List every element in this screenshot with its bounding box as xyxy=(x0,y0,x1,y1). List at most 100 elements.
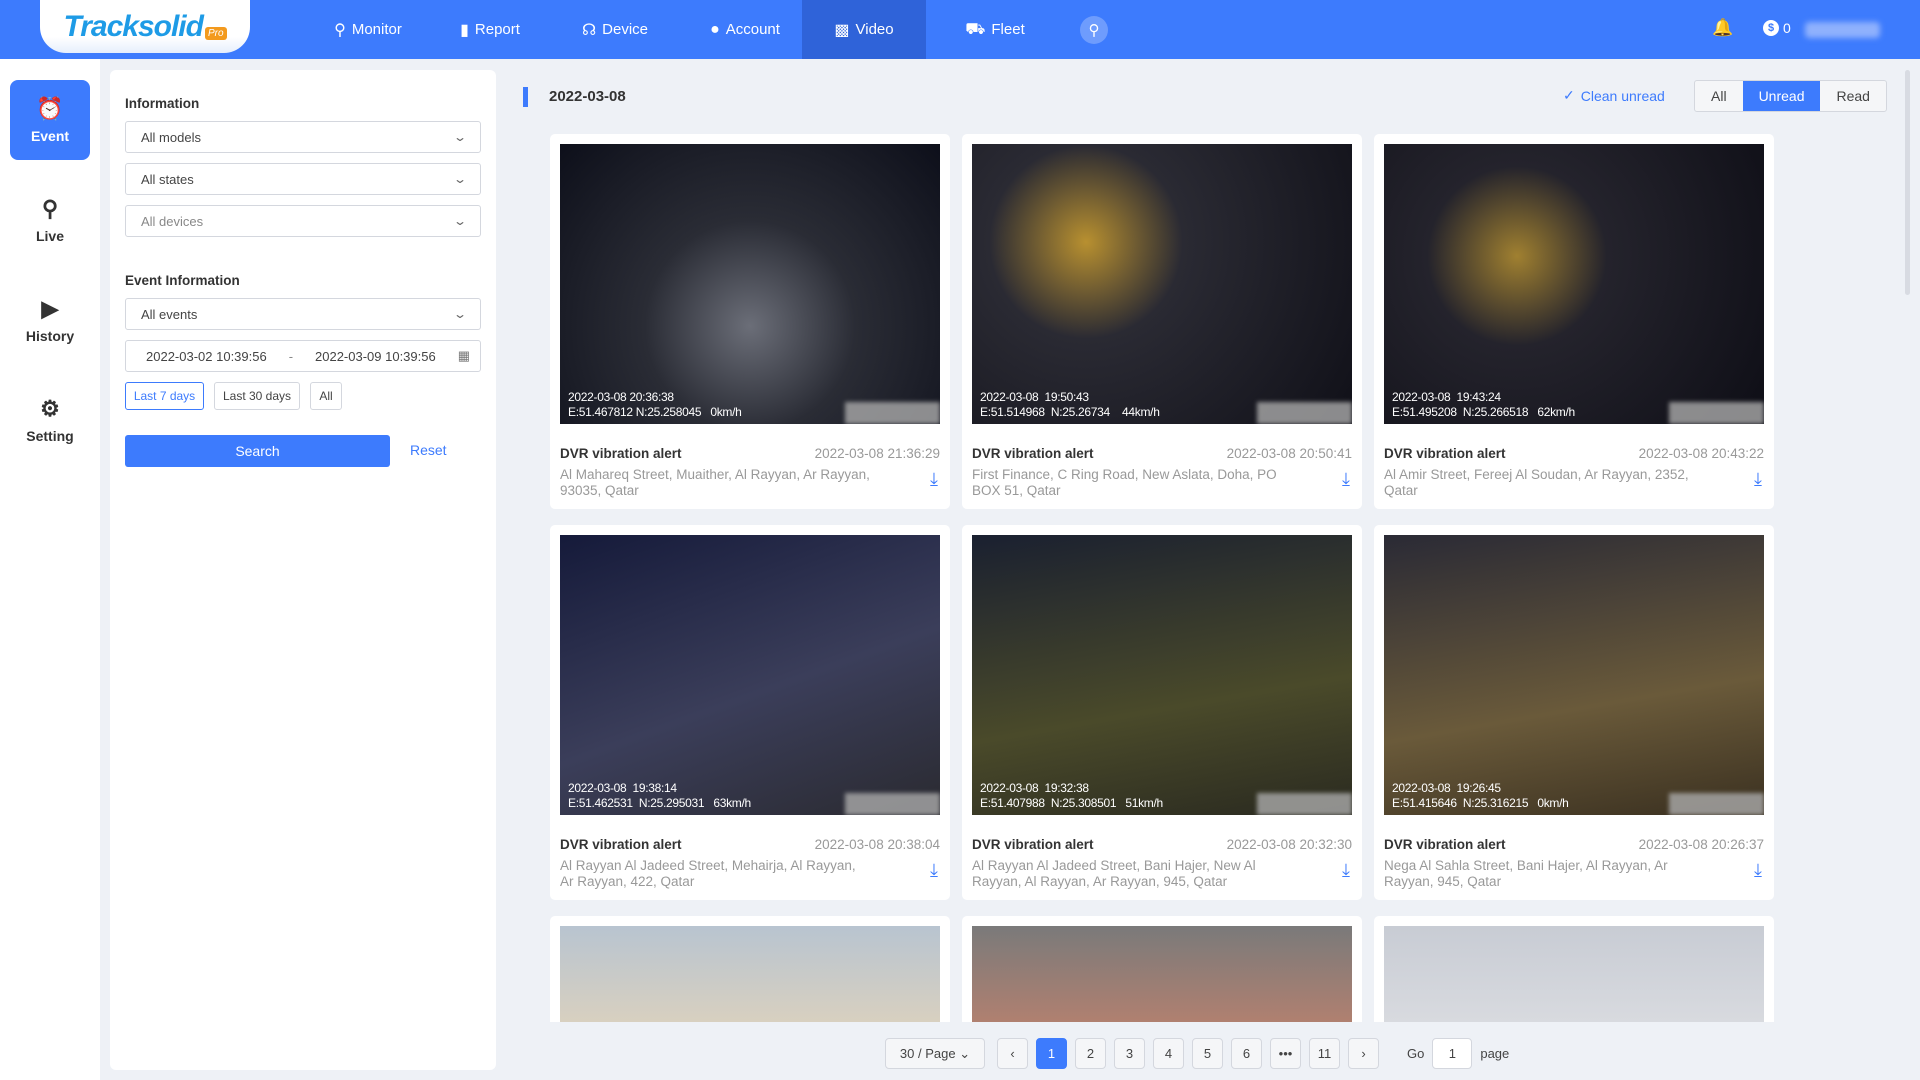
user-name-blurred[interactable] xyxy=(1805,22,1880,38)
device-select[interactable]: All devices ⌄ xyxy=(125,205,481,237)
goto-page-input[interactable]: 1 xyxy=(1432,1038,1473,1069)
event-card[interactable]: 2022-03-08 20:36:38 E:51.467812 N:25.258… xyxy=(550,134,950,509)
event-snapshot[interactable]: 2022-03-08 19:50:43 E:51.514968 N:25.267… xyxy=(972,144,1352,424)
event-select[interactable]: All events ⌄ xyxy=(125,298,481,330)
nav-account[interactable]: ● Account xyxy=(690,0,800,59)
search-button[interactable]: Search xyxy=(125,435,390,467)
event-card[interactable]: 2022-03-08 19:32:38 E:51.407988 N:25.308… xyxy=(962,525,1362,900)
event-time: 2022-03-08 20:26:37 xyxy=(1638,837,1764,852)
nav-device[interactable]: ☊ Device xyxy=(565,0,665,59)
chevron-down-icon: ⌄ xyxy=(452,172,468,186)
page-ellipsis[interactable]: ••• xyxy=(1270,1038,1301,1069)
balance[interactable]: $0 xyxy=(1763,20,1791,36)
bell-icon[interactable]: 🔔 xyxy=(1712,18,1733,38)
clean-unread-button[interactable]: ✓ Clean unread xyxy=(1563,87,1665,104)
next-page-button[interactable]: › xyxy=(1348,1038,1379,1069)
event-time: 2022-03-08 20:43:22 xyxy=(1638,446,1764,461)
event-card[interactable]: 2022-03-08 19:50:43 E:51.514968 N:25.267… xyxy=(962,134,1362,509)
date-heading: 2022-03-08 xyxy=(549,88,626,105)
download-icon[interactable]: ⤓ xyxy=(1342,469,1350,490)
event-time: 2022-03-08 20:38:04 xyxy=(814,837,940,852)
last-7-days-button[interactable]: Last 7 days xyxy=(125,382,204,410)
snapshot-overlay: 2022-03-08 19:38:14 E:51.462531 N:25.295… xyxy=(568,781,751,810)
page-1[interactable]: 1 xyxy=(1036,1038,1067,1069)
reset-link[interactable]: Reset xyxy=(410,442,447,458)
download-icon[interactable]: ⤓ xyxy=(1342,860,1350,881)
page-size-select[interactable]: 30 / Page ⌄ xyxy=(885,1038,985,1069)
download-icon[interactable]: ⤓ xyxy=(1754,860,1762,881)
page-5[interactable]: 5 xyxy=(1192,1038,1223,1069)
scrollbar[interactable] xyxy=(1905,70,1910,295)
tab-read[interactable]: Read xyxy=(1820,81,1885,111)
event-card[interactable] xyxy=(1374,916,1774,1022)
nav-fleet[interactable]: ⛟ Fleet xyxy=(945,0,1045,59)
tab-unread[interactable]: Unread xyxy=(1742,81,1821,111)
nav-monitor[interactable]: ⚲ Monitor xyxy=(318,0,418,59)
event-card-grid: 2022-03-08 20:36:38 E:51.467812 N:25.258… xyxy=(550,134,1790,1022)
event-card[interactable] xyxy=(550,916,950,1022)
start-date[interactable]: 2022-03-02 10:39:56 xyxy=(146,349,267,364)
video-icon: ▩ xyxy=(834,21,850,39)
event-snapshot[interactable]: 2022-03-08 20:36:38 E:51.467812 N:25.258… xyxy=(560,144,940,424)
tab-all[interactable]: All xyxy=(1695,81,1743,111)
pin-icon: ⚲ xyxy=(334,21,346,39)
history-video-icon: ▶ xyxy=(41,296,59,321)
snapshot-overlay: 2022-03-08 19:26:45 E:51.415646 N:25.316… xyxy=(1392,781,1569,810)
event-card[interactable] xyxy=(962,916,1362,1022)
search-icon[interactable]: ⚲ xyxy=(1080,16,1108,44)
model-select[interactable]: All models ⌄ xyxy=(125,121,481,153)
blurred-watermark xyxy=(1257,793,1352,815)
event-snapshot[interactable]: 2022-03-08 19:26:45 E:51.415646 N:25.316… xyxy=(1384,535,1764,815)
event-address: First Finance, C Ring Road, New Aslata, … xyxy=(972,467,1277,498)
nav-report[interactable]: ▮ Report xyxy=(440,0,540,59)
blurred-watermark xyxy=(845,402,940,424)
blurred-watermark xyxy=(1257,402,1352,424)
logo[interactable]: Tracksolid Pro xyxy=(40,0,250,53)
settings-icon: ⚙ xyxy=(40,396,60,421)
state-select[interactable]: All states ⌄ xyxy=(125,163,481,195)
sidebar-item-setting[interactable]: ⚙ Setting xyxy=(10,380,90,460)
chevron-down-icon: ⌄ xyxy=(959,1045,971,1061)
date-range-picker[interactable]: 2022-03-02 10:39:56-2022-03-09 10:39:56 ▦ xyxy=(125,340,481,372)
all-dates-button[interactable]: All xyxy=(310,382,342,410)
page-6[interactable]: 6 xyxy=(1231,1038,1262,1069)
blurred-watermark xyxy=(845,793,940,815)
coin-icon: $ xyxy=(1763,20,1779,36)
sidebar-item-event[interactable]: ⏰ Event xyxy=(10,80,90,160)
filter-panel: Information All models ⌄ All states ⌄ All … xyxy=(110,70,496,1070)
event-snapshot[interactable]: 2022-03-08 19:32:38 E:51.407988 N:25.308… xyxy=(972,535,1352,815)
nav-video[interactable]: ▩ Video xyxy=(802,0,926,59)
user-icon: ● xyxy=(710,20,720,38)
car-icon: ⛟ xyxy=(965,20,986,38)
event-snapshot[interactable]: 2022-03-08 19:43:24 E:51.495208 N:25.266… xyxy=(1384,144,1764,424)
sidebar-item-history[interactable]: ▶ History xyxy=(10,280,90,360)
sidebar-item-live[interactable]: ⚲ Live xyxy=(10,180,90,260)
page-2[interactable]: 2 xyxy=(1075,1038,1106,1069)
event-title: DVR vibration alert xyxy=(1384,446,1506,461)
event-time: 2022-03-08 20:50:41 xyxy=(1226,446,1352,461)
event-time: 2022-03-08 20:32:30 xyxy=(1226,837,1352,852)
event-card[interactable]: 2022-03-08 19:26:45 E:51.415646 N:25.316… xyxy=(1374,525,1774,900)
snapshot-overlay: 2022-03-08 19:50:43 E:51.514968 N:25.267… xyxy=(980,390,1160,419)
event-card[interactable]: 2022-03-08 19:38:14 E:51.462531 N:25.295… xyxy=(550,525,950,900)
blurred-watermark xyxy=(1669,402,1764,424)
event-snapshot[interactable]: 2022-03-08 19:38:14 E:51.462531 N:25.295… xyxy=(560,535,940,815)
date-marker xyxy=(523,87,528,107)
event-card[interactable]: 2022-03-08 19:43:24 E:51.495208 N:25.266… xyxy=(1374,134,1774,509)
last-30-days-button[interactable]: Last 30 days xyxy=(214,382,300,410)
chevron-down-icon: ⌄ xyxy=(452,130,468,144)
page-3[interactable]: 3 xyxy=(1114,1038,1145,1069)
event-snapshot[interactable] xyxy=(560,926,940,1022)
page-11[interactable]: 11 xyxy=(1309,1038,1340,1069)
event-snapshot[interactable] xyxy=(972,926,1352,1022)
download-icon[interactable]: ⤓ xyxy=(930,860,938,881)
page-4[interactable]: 4 xyxy=(1153,1038,1184,1069)
event-snapshot[interactable] xyxy=(1384,926,1764,1022)
event-address: Al Amir Street, Fereej Al Soudan, Ar Ray… xyxy=(1384,467,1689,498)
prev-page-button[interactable]: ‹ xyxy=(997,1038,1028,1069)
end-date[interactable]: 2022-03-09 10:39:56 xyxy=(315,349,436,364)
calendar-icon: ▦ xyxy=(457,348,470,363)
top-header: Tracksolid Pro ⚲ Monitor ▮ Report ☊ Device ●… xyxy=(0,0,1920,59)
download-icon[interactable]: ⤓ xyxy=(930,469,938,490)
download-icon[interactable]: ⤓ xyxy=(1754,469,1762,490)
